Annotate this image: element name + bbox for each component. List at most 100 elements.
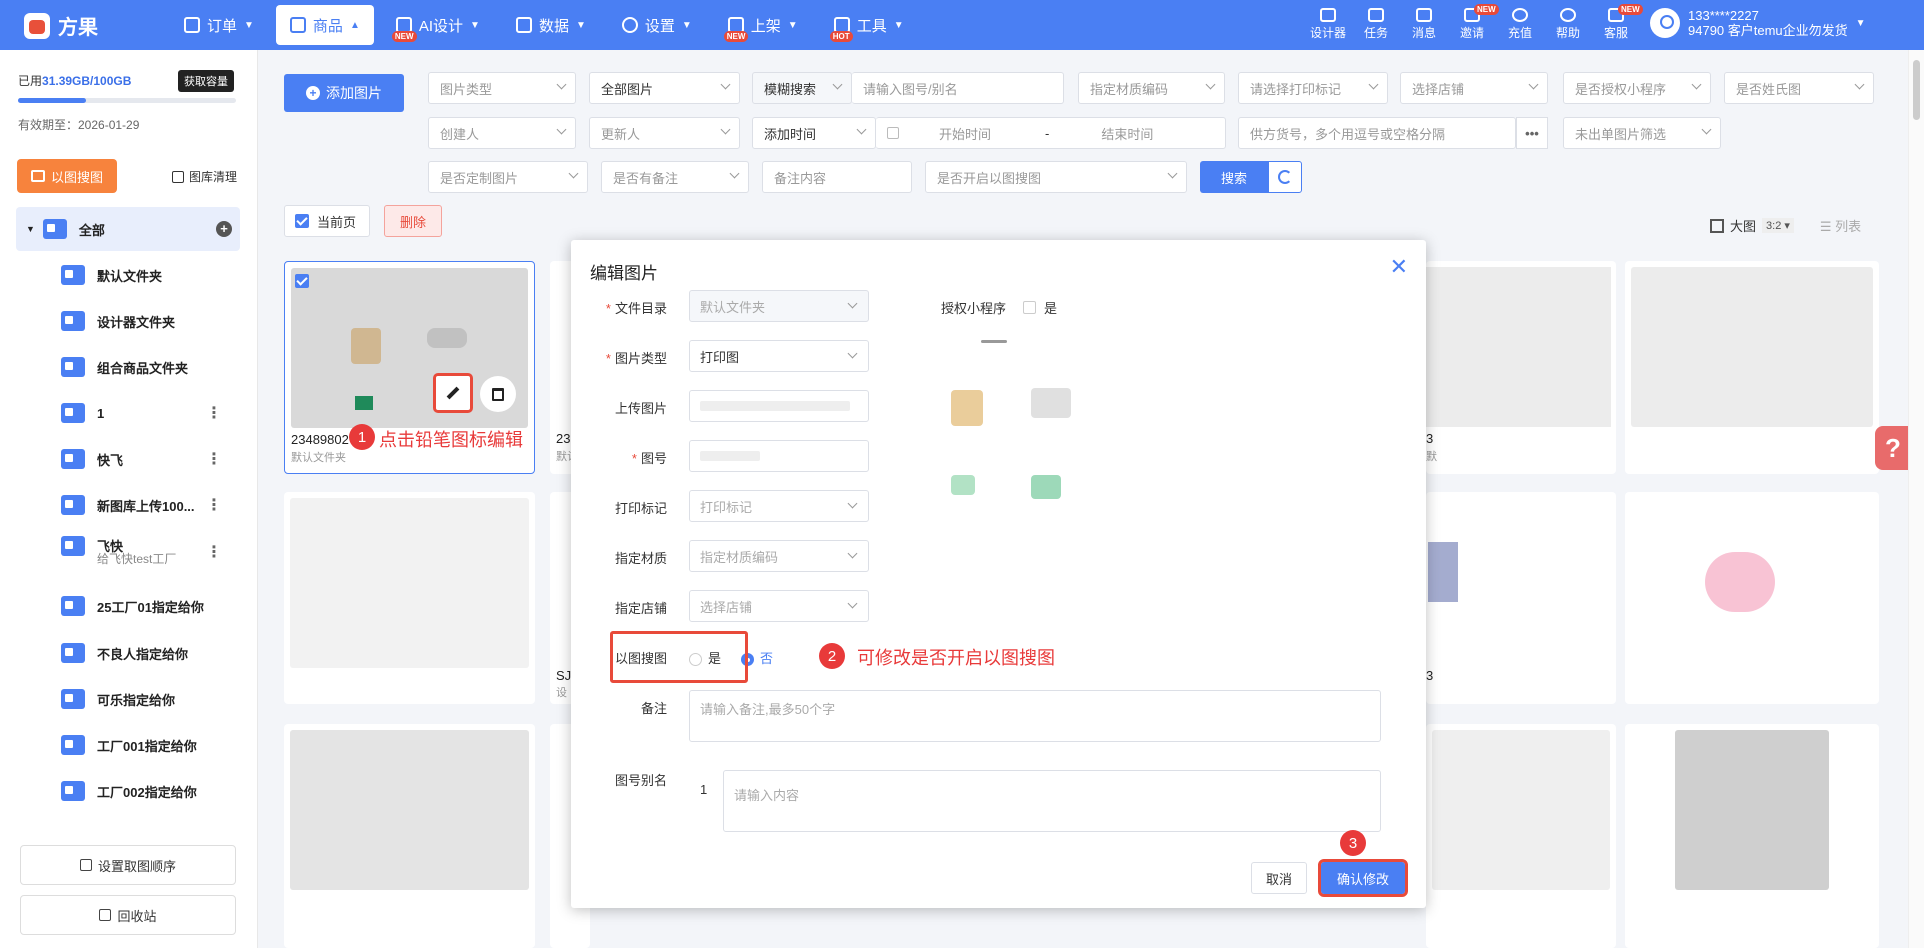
more-options-button[interactable]: ••• xyxy=(1516,117,1548,149)
more-icon[interactable]: ⋮ xyxy=(206,403,222,423)
material-label: 指定材质 xyxy=(614,551,667,566)
updater-select[interactable]: 更新人 xyxy=(589,117,740,149)
delete-button[interactable]: 删除 xyxy=(384,205,442,237)
more-icon[interactable]: ⋮ xyxy=(206,449,222,469)
remark-content-input[interactable]: 备注内容 xyxy=(762,161,912,193)
gallery-clean-button[interactable]: 图库清理 xyxy=(172,168,237,185)
tool-recharge[interactable]: 充值 xyxy=(1502,6,1538,41)
image-card[interactable] xyxy=(284,492,535,704)
more-icon[interactable]: ⋮ xyxy=(206,542,222,562)
image-card[interactable] xyxy=(1426,724,1616,948)
top-bar: 方果 订单 ▼ 商品 ▲ NEW AI设计 ▼ 数据 ▼ 设置 ▼ NEW 上架 ▼ HOT 工具… xyxy=(0,0,1924,50)
folder-item[interactable]: 可乐指定给你 xyxy=(0,677,258,721)
nav-ai-design[interactable]: NEW AI设计 ▼ xyxy=(382,5,494,45)
upload-field[interactable] xyxy=(689,390,869,422)
image-search-button[interactable]: 以图搜图 xyxy=(17,159,117,193)
fuzzy-search-select[interactable]: 模糊搜索 xyxy=(752,72,852,104)
mini-label: 授权小程序 xyxy=(941,301,1007,316)
tool-invite[interactable]: NEW 邀请 xyxy=(1454,4,1499,41)
app-logo[interactable]: 方果 xyxy=(24,11,98,40)
tool-tasks[interactable]: 任务 xyxy=(1358,6,1394,41)
supplier-sku-input[interactable]: 供方货号，多个用逗号或空格分隔 xyxy=(1238,117,1516,149)
authorized-mini-select[interactable]: 是否授权小程序 xyxy=(1563,72,1711,104)
refresh-icon xyxy=(1278,170,1292,184)
print-mark-select[interactable]: 请选择打印标记 xyxy=(1238,72,1388,104)
remark-textarea[interactable]: 请输入备注,最多50个字 xyxy=(689,690,1381,742)
folder-item[interactable]: 新图库上传100... ⋮ xyxy=(0,483,258,527)
more-icon[interactable]: ⋮ xyxy=(206,495,222,515)
no-order-filter-select[interactable]: 未出单图片筛选 xyxy=(1563,117,1721,149)
nav-listing[interactable]: NEW 上架 ▼ xyxy=(714,5,812,45)
date-range-picker[interactable]: 开始时间 - 结束时间 xyxy=(876,117,1226,149)
tool-messages[interactable]: 消息 xyxy=(1406,6,1442,41)
close-icon[interactable]: ✕ xyxy=(1390,254,1408,280)
card-checkbox[interactable] xyxy=(295,274,309,288)
nav-products[interactable]: 商品 ▲ xyxy=(275,5,374,45)
add-time-select[interactable]: 添加时间 xyxy=(752,117,876,149)
has-remark-select[interactable]: 是否有备注 xyxy=(601,161,749,193)
set-order-button[interactable]: 设置取图顺序 xyxy=(20,845,236,885)
image-card[interactable]: 3 默 xyxy=(1426,261,1616,474)
current-page-checkbox[interactable]: 当前页 xyxy=(284,205,370,237)
card-delete-button[interactable] xyxy=(480,376,516,412)
nav-orders[interactable]: 订单 ▼ xyxy=(170,5,268,45)
confirm-button[interactable]: 确认修改 xyxy=(1318,859,1408,897)
get-capacity-button[interactable]: 获取容量 xyxy=(178,70,234,92)
folder-item[interactable]: 工厂002指定给你 xyxy=(0,769,258,813)
user-menu[interactable]: 133****2227 94790 客户temu企业勿发货 ▼ xyxy=(1650,8,1866,38)
image-card[interactable] xyxy=(1625,261,1879,474)
all-images-select[interactable]: 全部图片 xyxy=(589,72,740,104)
view-large[interactable]: 大图 xyxy=(1730,216,1756,235)
alias-input[interactable]: 请输入内容 xyxy=(723,770,1381,832)
search-button[interactable]: 搜索 xyxy=(1200,161,1268,193)
image-card[interactable] xyxy=(1625,724,1879,948)
ratio-select[interactable]: 3:2 ▾ xyxy=(1762,218,1794,233)
nav-tools[interactable]: HOT 工具 ▼ xyxy=(820,5,918,45)
folder-share-icon xyxy=(61,643,85,663)
folder-icon xyxy=(61,357,85,377)
store-select[interactable]: 选择店铺 xyxy=(689,590,869,622)
image-card[interactable] xyxy=(284,724,535,948)
add-image-button[interactable]: + 添加图片 xyxy=(284,74,404,112)
dir-select[interactable]: 默认文件夹 xyxy=(689,290,869,322)
nav-settings[interactable]: 设置 ▼ xyxy=(608,5,706,45)
folder-item[interactable]: 1 ⋮ xyxy=(0,391,258,435)
number-field[interactable] xyxy=(689,440,869,472)
cancel-button[interactable]: 取消 xyxy=(1251,862,1307,894)
folder-item[interactable]: 工厂001指定给你 xyxy=(0,723,258,767)
enable-image-search-select[interactable]: 是否开启以图搜图 xyxy=(925,161,1187,193)
store-select[interactable]: 选择店铺 xyxy=(1400,72,1548,104)
image-type-select[interactable]: 图片类型 xyxy=(428,72,576,104)
type-select[interactable]: 打印图 xyxy=(689,340,869,372)
nav-data[interactable]: 数据 ▼ xyxy=(502,5,600,45)
image-card[interactable]: 3 xyxy=(1426,492,1616,704)
print-mark-select[interactable]: 打印标记 xyxy=(689,490,869,522)
folder-item[interactable]: 25工厂01指定给你 xyxy=(0,584,258,628)
folder-item[interactable]: 快飞 ⋮ xyxy=(0,437,258,481)
add-folder-icon[interactable]: + xyxy=(216,221,232,237)
recycle-bin-button[interactable]: 回收站 xyxy=(20,895,236,935)
folder-item[interactable]: 设计器文件夹 xyxy=(0,299,258,343)
mini-checkbox[interactable]: 是 xyxy=(1023,298,1057,317)
material-code-select[interactable]: 指定材质编码 xyxy=(1078,72,1225,104)
surname-image-select[interactable]: 是否姓氏图 xyxy=(1724,72,1874,104)
image-card[interactable] xyxy=(1625,492,1879,704)
view-list[interactable]: ☰ 列表 xyxy=(1820,216,1861,235)
tool-designer[interactable]: 设计器 xyxy=(1310,6,1346,41)
refresh-button[interactable] xyxy=(1268,161,1302,193)
folder-item[interactable]: 飞快 给飞快test工厂 ⋮ xyxy=(0,522,258,578)
custom-image-select[interactable]: 是否定制图片 xyxy=(428,161,588,193)
page-scrollbar[interactable] xyxy=(1908,50,1924,948)
material-select[interactable]: 指定材质编码 xyxy=(689,540,869,572)
folder-item[interactable]: 默认文件夹 xyxy=(0,253,258,297)
grid-icon[interactable] xyxy=(1710,218,1724,233)
tool-help[interactable]: 帮助 xyxy=(1550,6,1586,41)
folder-item-all[interactable]: ▼ 全部 + xyxy=(0,207,258,251)
folder-item[interactable]: 不良人指定给你 xyxy=(0,631,258,675)
edit-pencil-button[interactable] xyxy=(433,373,473,413)
creator-select[interactable]: 创建人 xyxy=(428,117,576,149)
search-input[interactable]: 请输入图号/别名 xyxy=(852,72,1064,104)
alias-index: 1 xyxy=(700,782,708,797)
tool-service[interactable]: NEW 客服 xyxy=(1598,4,1643,41)
folder-item[interactable]: 组合商品文件夹 xyxy=(0,345,258,389)
